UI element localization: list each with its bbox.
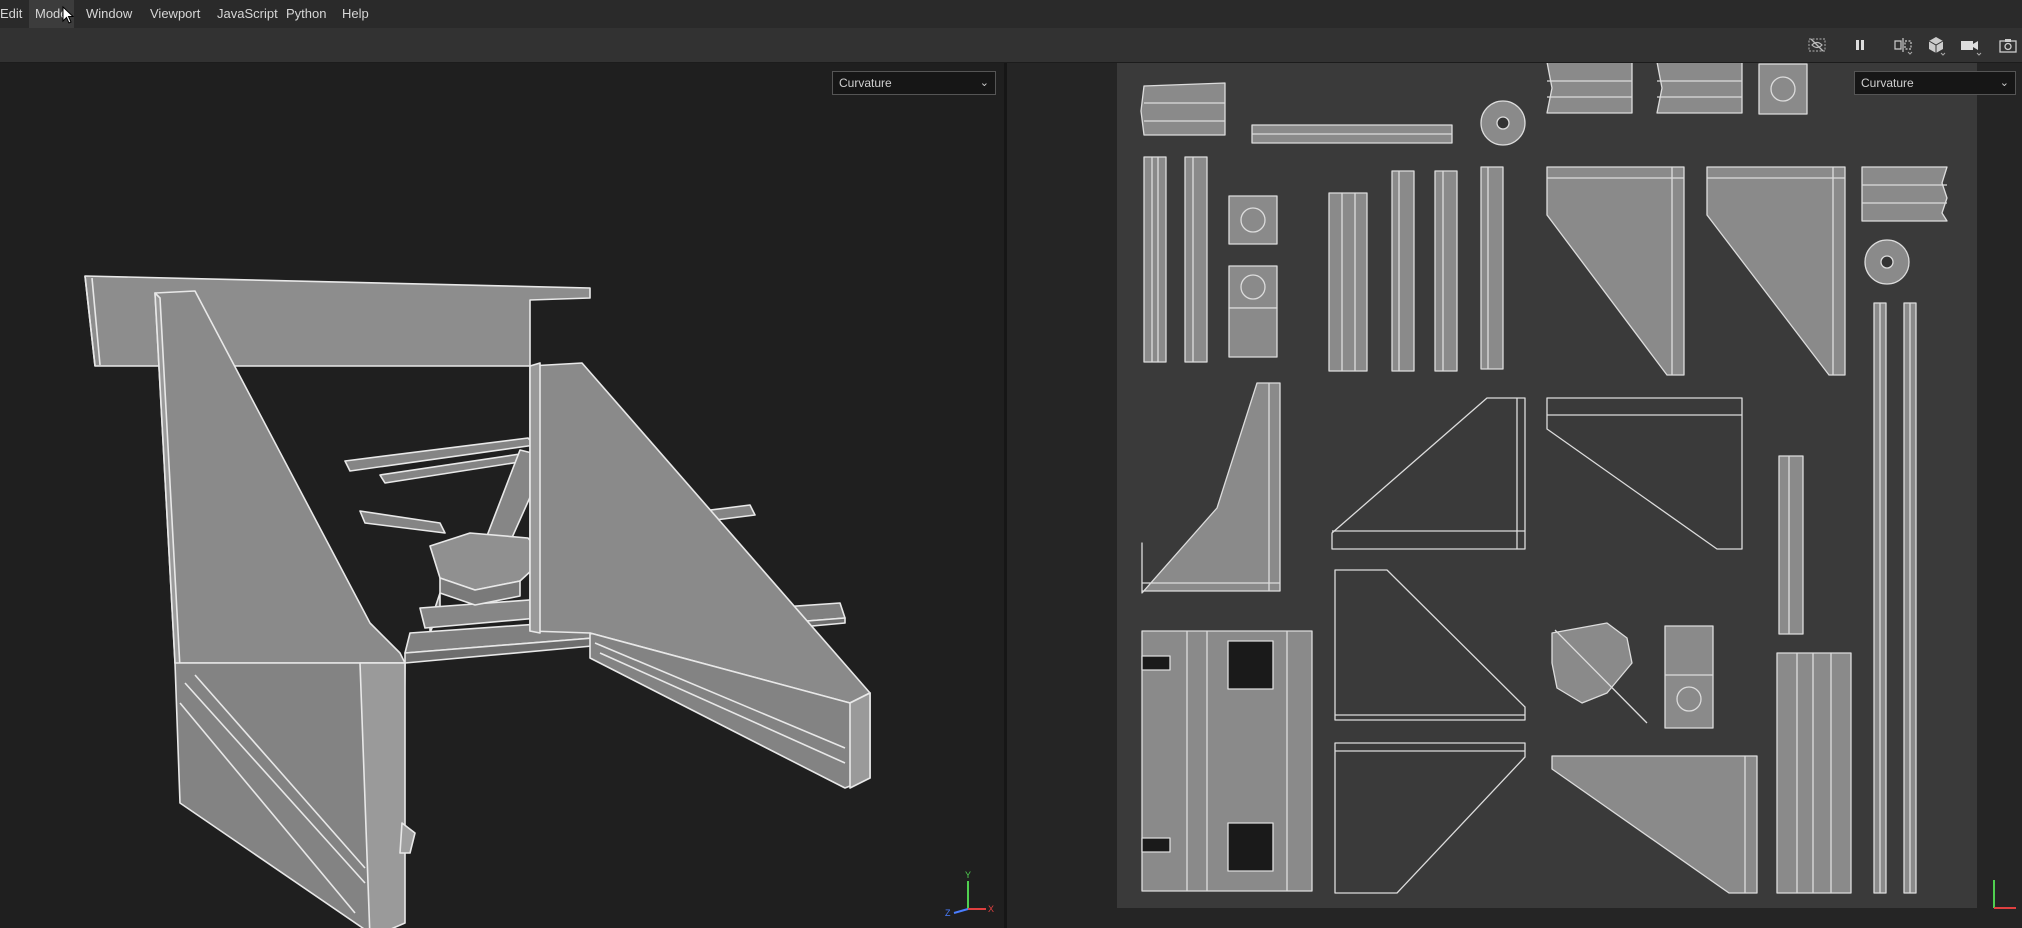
menu-viewport[interactable]: Viewport bbox=[144, 0, 206, 28]
axis-gizmo: Y X Z bbox=[945, 870, 994, 918]
axis-label-x: X bbox=[988, 904, 994, 914]
axis-label-z: Z bbox=[945, 908, 951, 918]
menu-help[interactable]: Help bbox=[336, 0, 375, 28]
uv-axis-gizmo bbox=[1993, 880, 2016, 909]
uv-layout bbox=[1117, 63, 1977, 908]
uv-island bbox=[1434, 170, 1458, 372]
mesh-bolt bbox=[399, 822, 416, 854]
uv-island bbox=[1228, 195, 1278, 245]
channel-dropdown-2d[interactable]: Curvature ⌄ bbox=[1854, 71, 2016, 95]
menu-bar: Edit Mode Window Viewport JavaScript Pyt… bbox=[0, 0, 2022, 29]
mouse-cursor-icon bbox=[62, 6, 74, 24]
uv-island bbox=[1861, 166, 1948, 222]
uv-island bbox=[1758, 63, 1808, 115]
uv-island bbox=[1656, 63, 1743, 114]
screenshot-icon[interactable] bbox=[1996, 33, 2020, 57]
uv-island bbox=[1143, 156, 1167, 363]
mesh-left-strut bbox=[359, 510, 446, 534]
uv-island bbox=[1778, 455, 1804, 635]
uv-island bbox=[1184, 156, 1208, 363]
viewport-2d[interactable]: Curvature ⌄ bbox=[1007, 63, 2022, 928]
uv-island bbox=[1776, 652, 1852, 894]
channel-value-2d: Curvature bbox=[1861, 76, 1914, 90]
chevron-down-icon: ⌄ bbox=[1999, 77, 2009, 89]
symmetry-icon[interactable] bbox=[1891, 33, 1915, 57]
menu-javascript[interactable]: JavaScript bbox=[211, 0, 284, 28]
menu-python[interactable]: Python bbox=[280, 0, 332, 28]
toolbar bbox=[0, 28, 2022, 63]
uv-island bbox=[1228, 307, 1278, 358]
uv-island bbox=[1328, 192, 1368, 372]
pause-icon[interactable] bbox=[1848, 33, 1872, 57]
cube-view-icon[interactable] bbox=[1924, 33, 1948, 57]
viewport-3d[interactable]: Curvature ⌄ Y X Z bbox=[0, 63, 1004, 928]
camera-video-icon[interactable] bbox=[1958, 33, 1982, 57]
menu-window[interactable]: Window bbox=[80, 0, 138, 28]
uv-island bbox=[1664, 625, 1714, 729]
mesh-right-plate bbox=[529, 362, 871, 704]
app-window: Edit Mode Window Viewport JavaScript Pyt… bbox=[0, 0, 2022, 928]
hide-icon[interactable] bbox=[1805, 33, 1829, 57]
menu-edit[interactable]: Edit bbox=[0, 0, 28, 28]
axis-label-y: Y bbox=[965, 870, 971, 880]
uv-island bbox=[1480, 166, 1504, 370]
uv-island bbox=[1140, 82, 1226, 136]
mesh-render bbox=[84, 275, 871, 928]
uv-island bbox=[1228, 265, 1278, 309]
uv-island bbox=[1391, 170, 1415, 372]
uv-island bbox=[1546, 63, 1633, 114]
